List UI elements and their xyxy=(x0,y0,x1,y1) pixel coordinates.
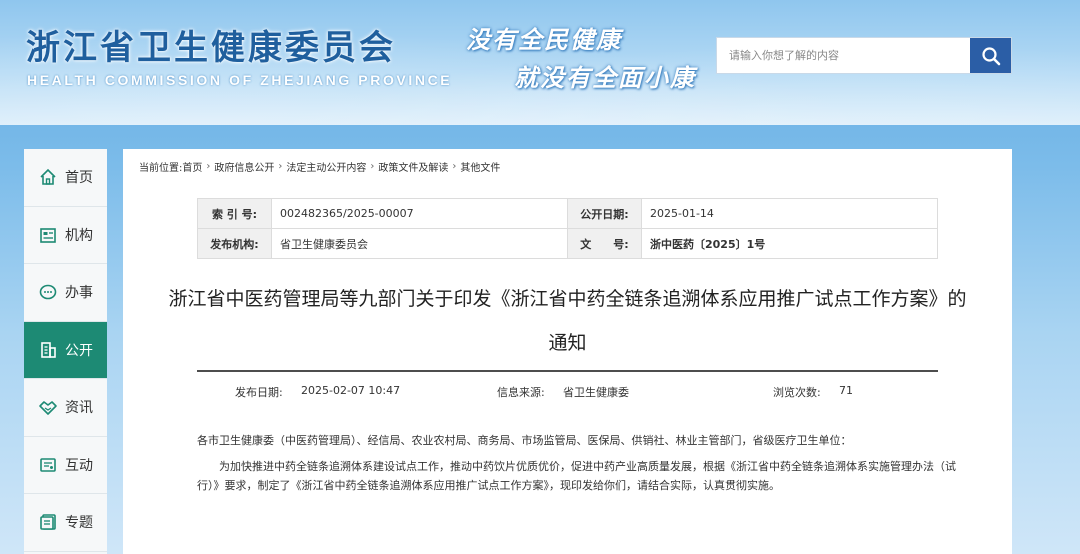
document-title: 浙江省中医药管理局等九部门关于印发《浙江省中药全链条追溯体系应用推广试点工作方案… xyxy=(168,288,967,354)
slogan-line-2: 就没有全面小康 xyxy=(514,63,696,92)
breadcrumb-prefix: 当前位置: xyxy=(139,163,183,174)
release-time-label: 发布日期: xyxy=(235,386,283,399)
table-row: 索 引 号: 002482365/2025-00007 公开日期: 2025-0… xyxy=(197,198,938,229)
breadcrumb-item-gov-info[interactable]: 政府信息公开 xyxy=(214,159,274,174)
sidebar-item-label: 机构 xyxy=(65,227,93,244)
index-label: 索 引 号: xyxy=(197,198,272,229)
site-subtitle: HEALTH COMMISSION OF ZHEJIANG PROVINCE xyxy=(27,72,453,88)
sidebar-item-organization[interactable]: 机构 xyxy=(24,206,107,264)
building-icon xyxy=(41,341,56,358)
sidebar-item-interaction[interactable]: 互动 xyxy=(24,436,107,494)
publish-date-value: 2025-01-14 xyxy=(641,198,938,229)
main-content: 当前位置: 首页 › 政府信息公开 › 法定主动公开内容 › 政策文件及解读 ›… xyxy=(123,149,1012,554)
divider xyxy=(197,370,938,372)
interaction-icon xyxy=(40,457,56,472)
body-paragraph: 各市卫生健康委（中医药管理局）、经信局、农业农村局、商务局、市场监管局、医保局、… xyxy=(197,434,852,447)
source-value: 省卫生健康委 xyxy=(563,386,629,399)
doc-no-label: 文 号: xyxy=(567,228,642,259)
breadcrumb-separator: › xyxy=(452,161,457,172)
index-value: 002482365/2025-00007 xyxy=(271,198,568,229)
views-value: 71 xyxy=(839,384,853,397)
document-body: 各市卫生健康委（中医药管理局）、经信局、农业农村局、商务局、市场监管局、医保局、… xyxy=(197,431,957,502)
breadcrumb-item-other[interactable]: 其他文件 xyxy=(460,159,500,174)
release-time-value: 2025-02-07 10:47 xyxy=(301,384,401,397)
sidebar-item-label: 互动 xyxy=(65,457,93,474)
site-header: 浙江省卫生健康委员会 HEALTH COMMISSION OF ZHEJIANG… xyxy=(0,0,1080,125)
sidebar-item-home[interactable]: 首页 xyxy=(24,149,107,207)
topic-icon xyxy=(40,514,56,531)
breadcrumb-item-home[interactable]: 首页 xyxy=(182,159,202,174)
breadcrumb-separator: › xyxy=(206,161,211,172)
slogan-line-1: 没有全民健康 xyxy=(466,25,622,54)
handshake-icon xyxy=(39,401,57,416)
sidebar-item-label: 资讯 xyxy=(65,400,93,417)
issuer-value: 省卫生健康委员会 xyxy=(271,228,568,259)
chat-icon xyxy=(39,284,57,300)
issuer-label: 发布机构: xyxy=(197,228,272,259)
body-paragraph: 为加快推进中药全链条追溯体系建设试点工作，推动中药饮片优质优价，促进中药产业高质… xyxy=(197,460,956,492)
sidebar-item-label: 首页 xyxy=(65,170,93,187)
search-box xyxy=(716,37,1012,74)
sidebar-item-disclosure[interactable]: 公开 xyxy=(24,321,107,379)
sidebar-item-services[interactable]: 办事 xyxy=(24,264,107,322)
publish-date-label: 公开日期: xyxy=(567,198,642,229)
breadcrumb-separator: › xyxy=(370,161,375,172)
doc-no-value: 浙中医药〔2025〕1号 xyxy=(641,228,938,259)
search-icon xyxy=(981,46,1000,65)
breadcrumb: 当前位置: 首页 › 政府信息公开 › 法定主动公开内容 › 政策文件及解读 ›… xyxy=(139,159,500,174)
breadcrumb-separator: › xyxy=(278,161,283,172)
sidebar-item-label: 公开 xyxy=(65,342,93,359)
source-label: 信息来源: xyxy=(497,386,545,399)
search-button[interactable] xyxy=(970,38,1011,73)
sidebar-item-label: 专题 xyxy=(65,515,93,532)
home-icon xyxy=(40,169,56,186)
site-title[interactable]: 浙江省卫生健康委员会 xyxy=(26,20,396,69)
sidebar-item-news[interactable]: 资讯 xyxy=(24,379,107,437)
views-label: 浏览次数: xyxy=(773,386,821,399)
sidebar-nav: 首页 机构 办事 公开 资讯 互动 专题 xyxy=(24,149,107,554)
breadcrumb-item-statutory[interactable]: 法定主动公开内容 xyxy=(286,159,366,174)
sidebar-item-label: 办事 xyxy=(65,285,93,302)
search-input[interactable] xyxy=(717,38,970,73)
breadcrumb-item-policy[interactable]: 政策文件及解读 xyxy=(378,159,448,174)
organization-icon xyxy=(40,227,56,243)
sidebar-item-topics[interactable]: 专题 xyxy=(24,494,107,552)
document-meta-table: 索 引 号: 002482365/2025-00007 公开日期: 2025-0… xyxy=(197,198,938,259)
table-row: 发布机构: 省卫生健康委员会 文 号: 浙中医药〔2025〕1号 xyxy=(197,228,938,259)
